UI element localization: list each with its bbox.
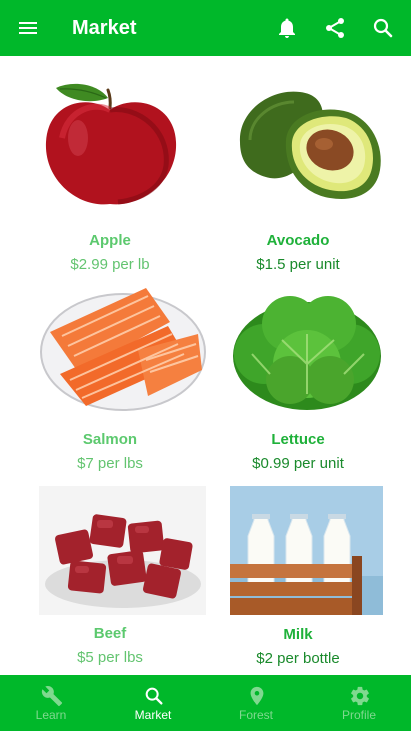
product-price: $2.99 per lb: [70, 256, 150, 273]
beef-image: [39, 486, 206, 615]
product-grid: Apple $2.99 per lb Avocado $1.5 per unit: [0, 56, 411, 675]
tab-label: Learn: [35, 708, 67, 722]
product-card-lettuce[interactable]: Lettuce $0.99 per unit: [200, 280, 396, 480]
product-price: $2 per bottle: [256, 650, 340, 667]
bell-icon[interactable]: [275, 16, 299, 40]
location-pin-icon: [250, 686, 264, 706]
app-bar: Market: [0, 0, 411, 56]
product-name: Salmon: [82, 431, 138, 448]
apple-image: [45, 83, 177, 205]
avocado-image: [239, 91, 381, 199]
product-card-beef[interactable]: Beef $5 per lbs: [10, 480, 210, 675]
salmon-image: [40, 288, 206, 411]
share-icon[interactable]: [323, 16, 347, 40]
product-card-salmon[interactable]: Salmon $7 per lbs: [10, 280, 210, 480]
tab-market[interactable]: Market: [102, 675, 204, 731]
product-price: $0.99 per unit: [252, 455, 344, 472]
tab-label: Profile: [341, 708, 376, 722]
tab-label: Market: [134, 708, 172, 722]
page-title: Market: [72, 17, 137, 39]
product-name: Milk: [283, 626, 313, 643]
tab-forest[interactable]: Forest: [205, 675, 307, 731]
product-price: $7 per lbs: [77, 455, 143, 472]
tab-profile[interactable]: Profile: [308, 675, 410, 731]
product-name: Avocado: [266, 232, 330, 249]
product-card-avocado[interactable]: Avocado $1.5 per unit: [200, 80, 396, 280]
search-icon[interactable]: [371, 16, 395, 40]
tab-label: Forest: [238, 708, 273, 722]
lettuce-image: [233, 296, 381, 410]
search-icon: [145, 687, 163, 705]
product-card-milk[interactable]: Milk $2 per bottle: [200, 480, 396, 675]
product-name: Lettuce: [271, 431, 325, 448]
wrench-icon: [41, 686, 63, 707]
gear-icon: [351, 686, 369, 706]
product-card-apple[interactable]: Apple $2.99 per lb: [10, 80, 210, 280]
menu-icon[interactable]: [16, 16, 40, 40]
product-price: $1.5 per unit: [256, 256, 340, 273]
milk-image: [230, 486, 383, 615]
bottom-navigation: Learn Market Forest Profile: [0, 675, 411, 731]
tab-learn[interactable]: Learn: [0, 675, 102, 731]
product-name: Beef: [93, 625, 127, 642]
product-price: $5 per lbs: [77, 649, 143, 666]
product-name: Apple: [89, 232, 131, 249]
